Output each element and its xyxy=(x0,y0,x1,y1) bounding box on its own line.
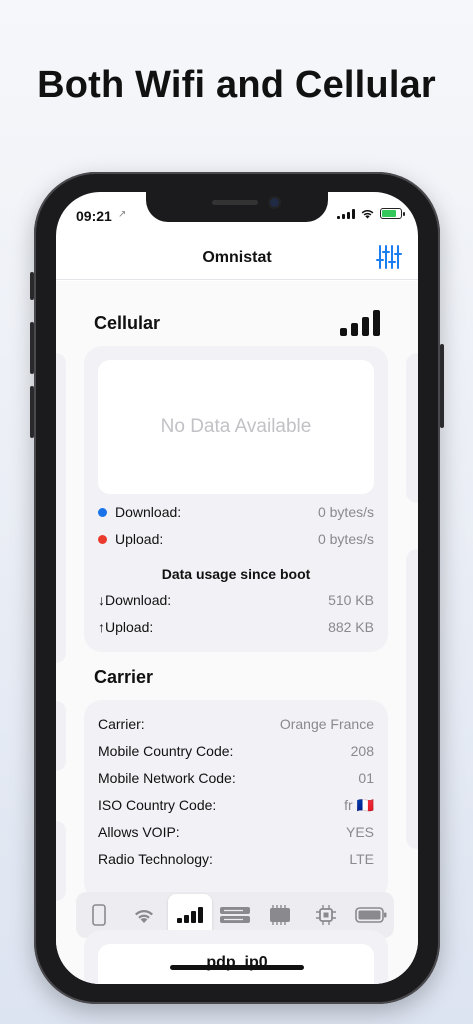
battery-status-icon xyxy=(380,208,405,219)
location-arrow-icon: ↗ xyxy=(118,209,127,220)
row-value: 01 xyxy=(358,770,374,786)
phone-screen: 09:21 ↗ Omnistat Cellular No Data Availa… xyxy=(56,192,418,984)
speaker-grille xyxy=(212,200,258,205)
mute-switch xyxy=(30,272,34,300)
iso-row: ISO Country Code: fr 🇫🇷 xyxy=(98,797,374,814)
download-row: Download: 0 bytes/s xyxy=(98,504,374,520)
prev-page-peek xyxy=(56,353,66,663)
row-label: Radio Technology: xyxy=(98,851,213,867)
row-value: 208 xyxy=(350,743,374,759)
cellular-title: Cellular xyxy=(94,313,161,333)
carrier-title: Carrier xyxy=(94,667,154,687)
wifi-status-icon xyxy=(361,209,374,219)
download-dot xyxy=(98,507,107,517)
boot-download-label: ↓Download: xyxy=(98,592,172,608)
row-value: Orange France xyxy=(279,716,374,732)
status-indicators xyxy=(337,208,405,219)
cpu-icon xyxy=(315,905,336,925)
front-camera xyxy=(270,198,279,207)
traffic-chart: No Data Available xyxy=(98,360,374,494)
row-label: Carrier: xyxy=(98,716,145,732)
voip-row: Allows VOIP: YES xyxy=(98,824,374,840)
radio-row: Radio Technology: LTE xyxy=(98,851,374,867)
cellular-signal-icon xyxy=(340,310,380,336)
row-value: fr 🇫🇷 xyxy=(344,797,374,813)
carrier-row: Carrier: Orange France xyxy=(98,716,374,732)
boot-upload-row: ↑Upload: 882 KB xyxy=(98,619,374,635)
download-value: 0 bytes/s xyxy=(317,504,374,520)
row-label: Allows VOIP: xyxy=(98,824,180,840)
cellular-card: No Data Available Download: 0 bytes/s Up… xyxy=(84,346,388,652)
sliders-icon[interactable] xyxy=(374,242,404,272)
row-value: YES xyxy=(345,824,374,840)
boot-download-row: ↓Download: 510 KB xyxy=(98,592,374,608)
nav-title: Omnistat xyxy=(202,249,272,266)
storage-icon xyxy=(219,907,250,923)
cell-signal-icon xyxy=(337,208,355,219)
upload-dot xyxy=(98,534,107,544)
mcc-row: Mobile Country Code: 208 xyxy=(98,743,374,759)
download-label: Download: xyxy=(115,504,182,520)
mnc-row: Mobile Network Code: 01 xyxy=(98,770,374,786)
upload-label: Upload: xyxy=(115,531,164,547)
carrier-card: Carrier: Orange France Mobile Country Co… xyxy=(84,700,388,900)
wifi-icon xyxy=(135,910,154,923)
phone-frame: 09:21 ↗ Omnistat Cellular No Data Availa… xyxy=(30,172,444,1004)
since-boot-title: Data usage since boot xyxy=(161,566,311,582)
boot-download-value: 510 KB xyxy=(328,592,374,608)
next-page-peek-2 xyxy=(406,549,418,849)
prev-page-peek-3 xyxy=(56,821,66,901)
memory-icon xyxy=(270,905,291,925)
headline: Both Wifi and Cellular xyxy=(37,64,436,106)
notch xyxy=(146,192,328,222)
phone-icon xyxy=(91,904,106,926)
cellular-icon xyxy=(176,907,203,923)
row-value: LTE xyxy=(349,851,374,867)
power-button xyxy=(440,344,444,428)
prev-page-peek-2 xyxy=(56,701,66,771)
battery-icon xyxy=(355,907,387,923)
row-label: Mobile Network Code: xyxy=(98,770,236,786)
chart-placeholder: No Data Available xyxy=(160,416,312,437)
home-indicator[interactable] xyxy=(170,965,304,970)
volume-down-button xyxy=(30,386,34,438)
row-label: Mobile Country Code: xyxy=(98,743,234,759)
status-time: 09:21 xyxy=(76,208,112,224)
navigation-bar: Omnistat xyxy=(56,232,418,280)
upload-row: Upload: 0 bytes/s xyxy=(98,531,374,547)
row-label: ISO Country Code: xyxy=(98,797,217,813)
upload-value: 0 bytes/s xyxy=(317,531,374,547)
volume-up-button xyxy=(30,322,34,374)
boot-upload-value: 882 KB xyxy=(328,619,374,635)
battery-fill xyxy=(382,210,397,217)
next-page-peek xyxy=(406,353,418,503)
boot-upload-label: ↑Upload: xyxy=(98,619,154,635)
